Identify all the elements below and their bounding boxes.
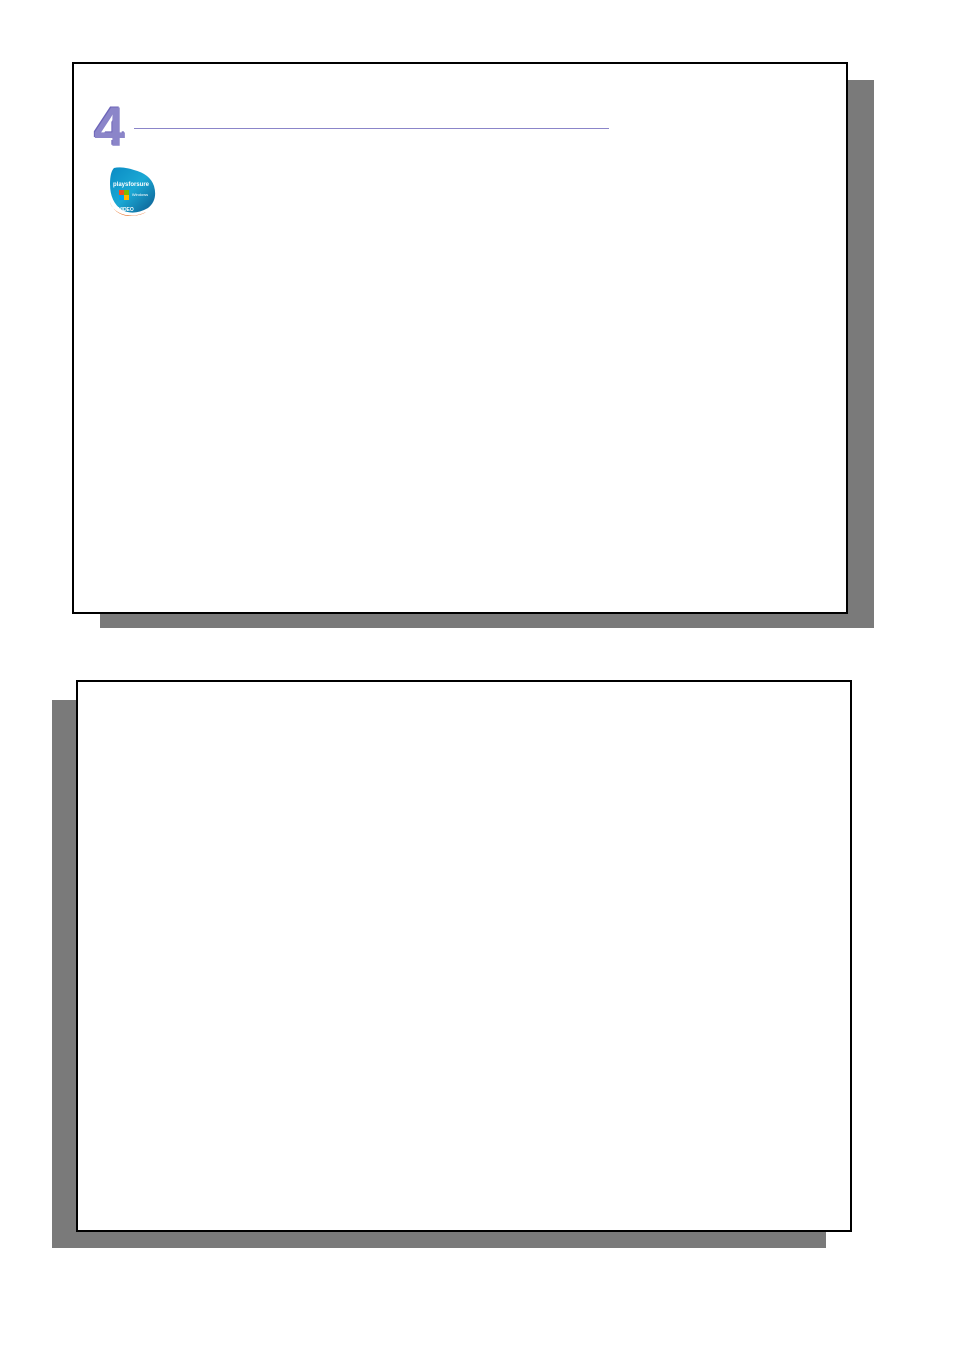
- divider-line: [134, 128, 609, 129]
- playsforsure-logo: playsforsure Windows VIDEO: [104, 164, 160, 220]
- bottom-panel: [76, 680, 852, 1232]
- svg-text:Windows: Windows: [132, 192, 148, 197]
- panel-shadow-bottom-2: [52, 1230, 826, 1248]
- svg-text:VIDEO: VIDEO: [118, 207, 134, 213]
- svg-text:playsforsure: playsforsure: [113, 182, 150, 188]
- top-panel: 4 playsforsure: [72, 62, 848, 614]
- chapter-number: 4: [94, 94, 125, 159]
- playsforsure-icon: playsforsure Windows VIDEO: [104, 164, 160, 220]
- panel-shadow-right: [844, 80, 874, 628]
